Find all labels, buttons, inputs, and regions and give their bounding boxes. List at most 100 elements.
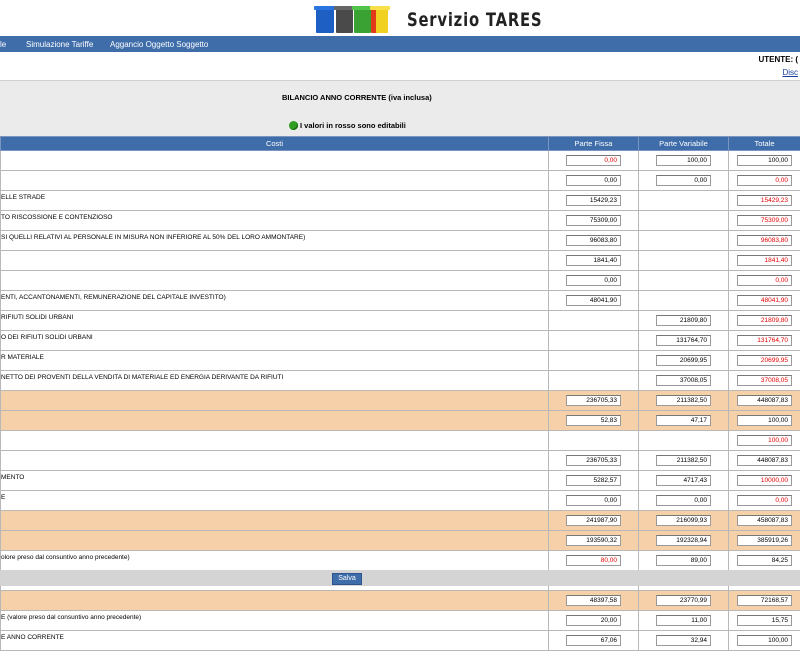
totale-input[interactable]: 100,00 [737, 435, 792, 446]
parte-fissa-input[interactable]: 48397,58 [566, 595, 621, 606]
parte-fissa-input[interactable]: 80,00 [566, 555, 621, 566]
cell-parte-variabile: 0,00 [639, 491, 729, 511]
cell-parte-fissa: 193590,32 [549, 531, 639, 551]
cell-parte-fissa: 236705,33 [549, 391, 639, 411]
cell-parte-fissa [549, 371, 639, 391]
parte-fissa-input[interactable]: 52,83 [566, 415, 621, 426]
totale-input[interactable]: 75309,00 [737, 215, 792, 226]
table-row: olore preso dal consuntivo anno preceden… [1, 551, 800, 571]
cell-parte-variabile [639, 291, 729, 311]
totale-input[interactable]: 0,00 [737, 275, 792, 286]
parte-fissa-input[interactable]: 236705,33 [566, 395, 621, 406]
cell-totale: 448087,83 [729, 451, 800, 471]
parte-fissa-input[interactable]: 0,00 [566, 495, 621, 506]
table-row: E0,000,000,00 [1, 491, 800, 511]
nav-item-home[interactable]: le [0, 40, 6, 49]
cell-parte-variabile: 32,94 [639, 631, 729, 651]
cell-parte-variabile [639, 271, 729, 291]
totale-input[interactable]: 15,75 [737, 615, 792, 626]
totale-input[interactable]: 20699,95 [737, 355, 792, 366]
parte-variabile-input[interactable]: 131764,70 [656, 335, 711, 346]
parte-variabile-input[interactable]: 11,00 [656, 615, 711, 626]
totale-input[interactable]: 131764,70 [737, 335, 792, 346]
cell-parte-variabile: 20699,95 [639, 351, 729, 371]
parte-fissa-input[interactable]: 0,00 [566, 155, 621, 166]
row-label [1, 511, 549, 531]
parte-variabile-input[interactable]: 47,17 [656, 415, 711, 426]
parte-fissa-input[interactable]: 0,00 [566, 275, 621, 286]
user-label: UTENTE: ( [758, 55, 798, 64]
parte-fissa-input[interactable]: 96083,80 [566, 235, 621, 246]
parte-variabile-input[interactable]: 23770,99 [656, 595, 711, 606]
parte-fissa-input[interactable]: 1841,40 [566, 255, 621, 266]
nav-item-simulazione-tariffe[interactable]: Simulazione Tariffe [26, 40, 93, 49]
row-label: RIFIUTI SOLIDI URBANI [1, 311, 549, 331]
totale-input[interactable]: 37008,05 [737, 375, 792, 386]
cell-totale: 385919,26 [729, 531, 800, 551]
cell-totale: 84,25 [729, 551, 800, 571]
totale-input[interactable]: 0,00 [737, 175, 792, 186]
save-button[interactable]: Salva [332, 573, 362, 585]
parte-fissa-input[interactable]: 241987,90 [566, 515, 621, 526]
parte-variabile-input[interactable]: 89,00 [656, 555, 711, 566]
parte-fissa-input[interactable]: 20,00 [566, 615, 621, 626]
parte-variabile-input[interactable]: 21809,80 [656, 315, 711, 326]
cell-parte-variabile [639, 431, 729, 451]
table-row: 52,83 47,17 100,00 [1, 411, 800, 431]
totale-input[interactable]: 448087,83 [737, 395, 792, 406]
totale-input[interactable]: 100,00 [737, 155, 792, 166]
parte-fissa-input[interactable]: 193590,32 [566, 535, 621, 546]
parte-fissa-input[interactable]: 15429,23 [566, 195, 621, 206]
parte-fissa-input[interactable]: 67,06 [566, 635, 621, 646]
table-row: 0,00 100,00 100,00 [1, 151, 800, 171]
parte-variabile-input[interactable]: 211382,50 [656, 395, 711, 406]
nav-bar: le Simulazione Tariffe Aggancio Oggetto … [0, 36, 800, 52]
parte-fissa-input[interactable]: 48041,90 [566, 295, 621, 306]
cell-totale: 0,00 [729, 491, 800, 511]
parte-variabile-input[interactable]: 211382,50 [656, 455, 711, 466]
cell-parte-variabile: 11,00 [639, 611, 729, 631]
totale-input[interactable]: 0,00 [737, 495, 792, 506]
table-row: NETTO DEI PROVENTI DELLA VENDITA DI MATE… [1, 371, 800, 391]
totale-input[interactable]: 15429,23 [737, 195, 792, 206]
info-icon [289, 121, 298, 130]
totale-input[interactable]: 100,00 [737, 415, 792, 426]
totale-input[interactable]: 10000,00 [737, 475, 792, 486]
cell-parte-variabile: 21809,80 [639, 311, 729, 331]
parte-variabile-input[interactable]: 216099,93 [656, 515, 711, 526]
table-row: MENTO5282,574717,4310000,00 [1, 471, 800, 491]
parte-fissa-input[interactable]: 75309,00 [566, 215, 621, 226]
parte-fissa-input[interactable]: 236705,33 [566, 455, 621, 466]
row-label [1, 411, 549, 431]
totale-input[interactable]: 21809,80 [737, 315, 792, 326]
parte-variabile-input[interactable]: 4717,43 [656, 475, 711, 486]
cell-totale: 10000,00 [729, 471, 800, 491]
totale-input[interactable]: 96083,80 [737, 235, 792, 246]
totale-input[interactable]: 100,00 [737, 635, 792, 646]
totale-input[interactable]: 458087,83 [737, 515, 792, 526]
parte-fissa-input[interactable]: 5282,57 [566, 475, 621, 486]
parte-variabile-input[interactable]: 192328,94 [656, 535, 711, 546]
disconnect-link[interactable]: Disc [782, 68, 798, 77]
parte-variabile-input[interactable]: 37008,05 [656, 375, 711, 386]
parte-variabile-input[interactable]: 0,00 [656, 495, 711, 506]
totale-input[interactable]: 72168,57 [737, 595, 792, 606]
row-label: NETTO DEI PROVENTI DELLA VENDITA DI MATE… [1, 371, 549, 391]
parte-variabile-input[interactable]: 32,94 [656, 635, 711, 646]
table-header-row: Costi Parte Fissa Parte Variabile Totale [1, 137, 800, 151]
nav-item-aggancio-oggetto-soggetto[interactable]: Aggancio Oggetto Soggetto [110, 40, 208, 49]
parte-variabile-input[interactable]: 100,00 [656, 155, 711, 166]
cell-parte-fissa: 0,00 [549, 271, 639, 291]
totale-input[interactable]: 48041,90 [737, 295, 792, 306]
cell-totale: 0,00 [729, 271, 800, 291]
totale-input[interactable]: 448087,83 [737, 455, 792, 466]
bins-logo-icon [314, 5, 394, 37]
parte-fissa-input[interactable]: 0,00 [566, 175, 621, 186]
totale-input[interactable]: 385919,26 [737, 535, 792, 546]
cell-totale: 458087,83 [729, 511, 800, 531]
parte-variabile-input[interactable]: 0,00 [656, 175, 711, 186]
totale-input[interactable]: 84,25 [737, 555, 792, 566]
parte-variabile-input[interactable]: 20699,95 [656, 355, 711, 366]
editable-note: I valori in rosso sono editabili [289, 121, 406, 130]
totale-input[interactable]: 1841,40 [737, 255, 792, 266]
